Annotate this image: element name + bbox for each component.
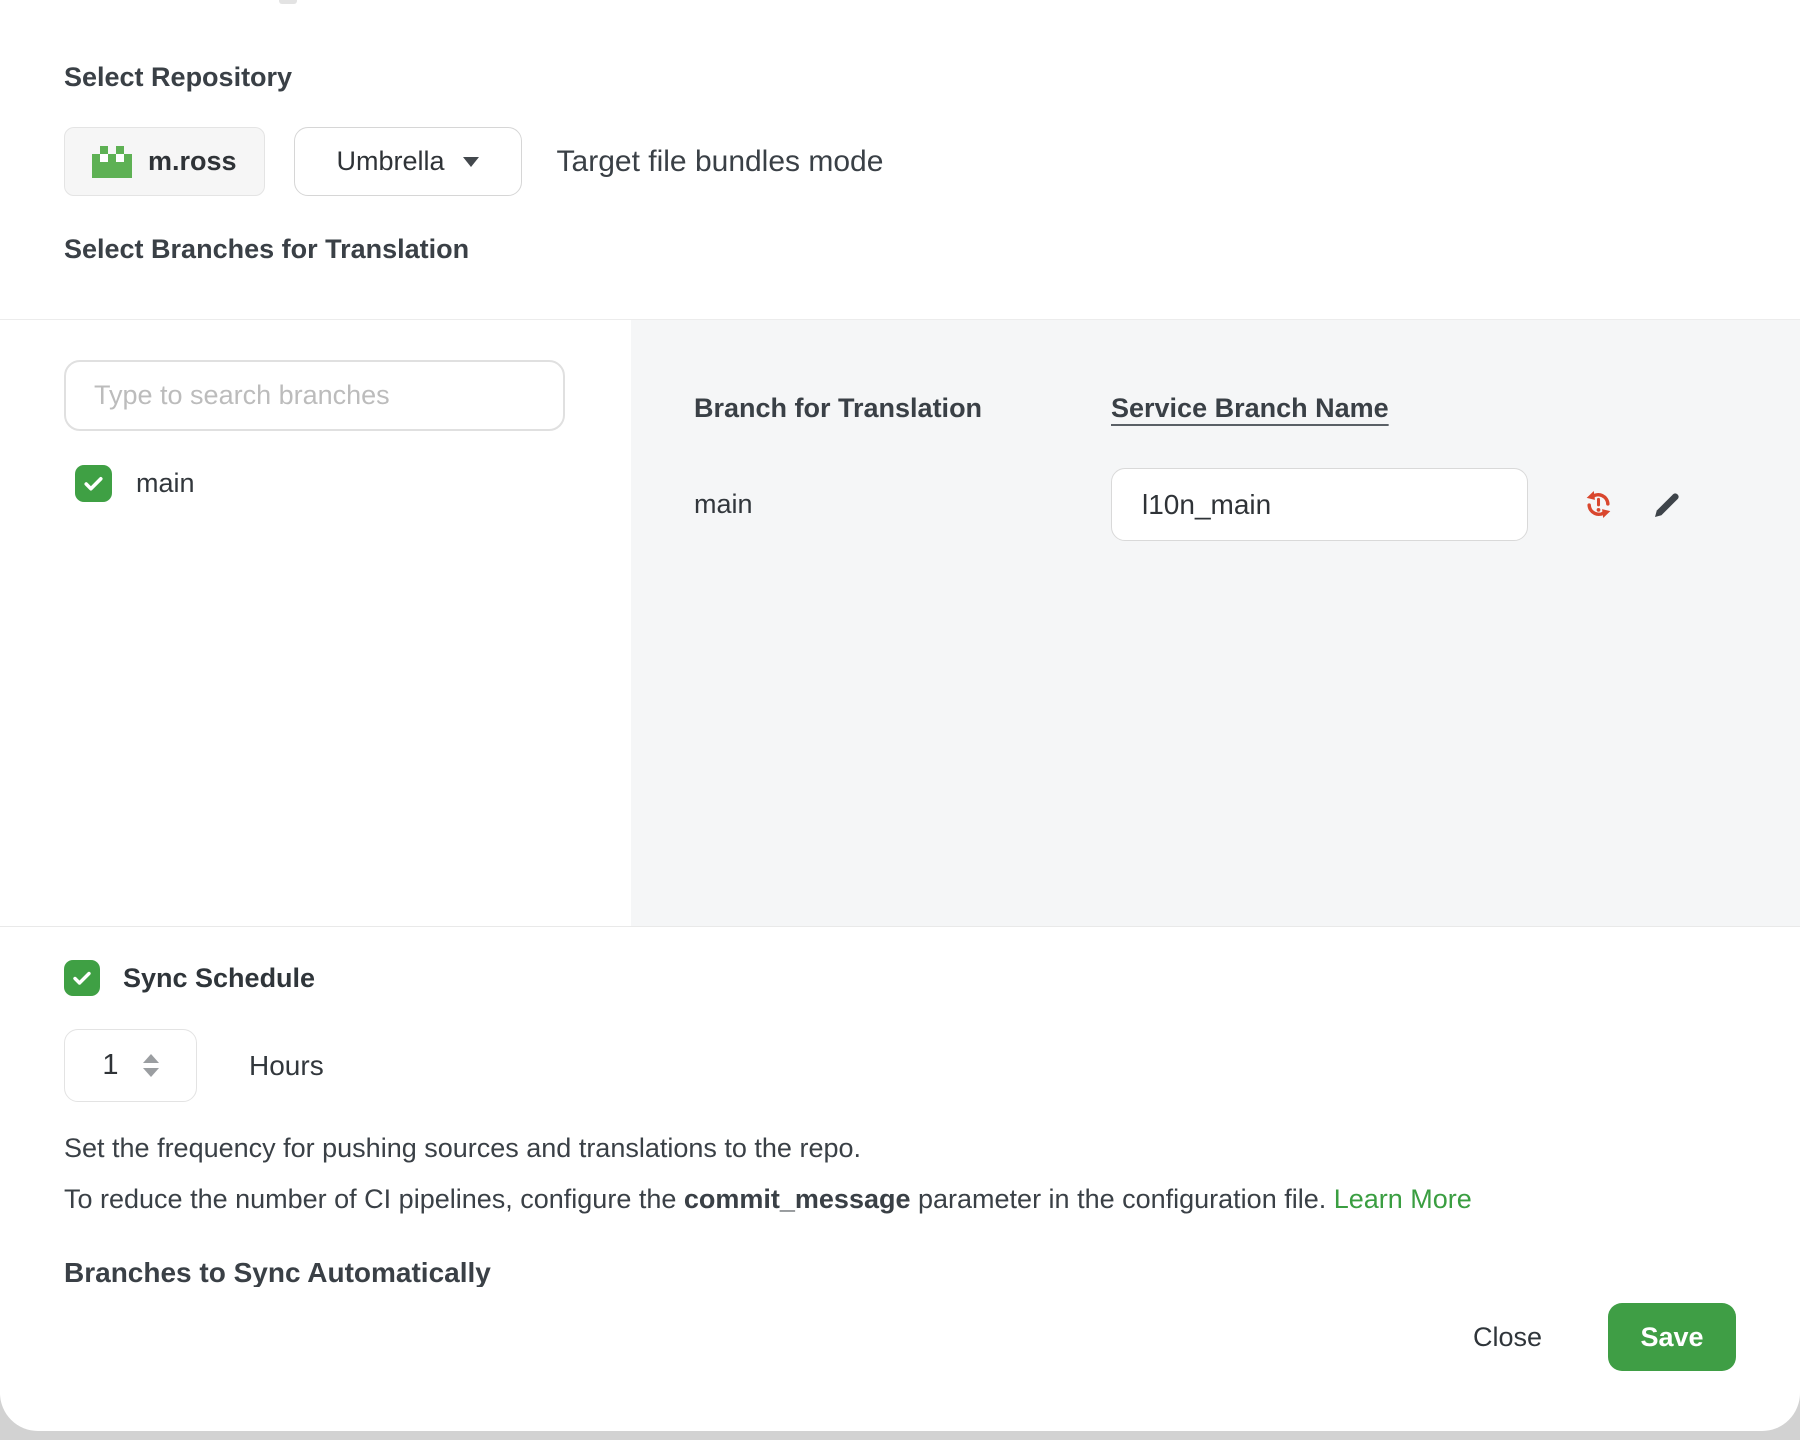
sync-interval-stepper[interactable]: 1	[64, 1029, 197, 1102]
integration-settings-modal: Select Repository m.ross Umbrella Target…	[0, 0, 1800, 1431]
ci-note-parameter: commit_message	[684, 1184, 911, 1214]
branch-list-panel: main	[0, 320, 631, 926]
save-button[interactable]: Save	[1608, 1303, 1736, 1371]
checkmark-icon	[70, 966, 94, 990]
checkmark-icon	[81, 471, 106, 496]
col-branch-for-translation: Branch for Translation	[694, 393, 1111, 424]
select-branches-title: Select Branches for Translation	[64, 234, 1800, 265]
branches-to-sync-title: Branches to Sync Automatically	[64, 1256, 1800, 1287]
branch-dropdown[interactable]: Umbrella	[294, 127, 522, 196]
repo-identicon-icon	[92, 146, 132, 178]
ci-note-prefix: To reduce the number of CI pipelines, co…	[64, 1184, 684, 1214]
branch-search-input[interactable]	[64, 360, 565, 431]
branch-dropdown-value: Umbrella	[337, 146, 445, 177]
repository-section: Select Repository m.ross Umbrella Target…	[0, 0, 1800, 319]
service-branch-row: main	[694, 468, 1800, 541]
edit-pencil-icon[interactable]	[1651, 489, 1683, 521]
repository-name: m.ross	[148, 146, 237, 177]
ci-note-suffix: parameter in the configuration file.	[911, 1184, 1334, 1214]
interval-value: 1	[102, 1049, 118, 1082]
repository-chip[interactable]: m.ross	[64, 127, 265, 196]
repository-row: m.ross Umbrella Target file bundles mode	[64, 127, 1800, 196]
row-icons	[1582, 488, 1683, 521]
clipped-element-artifact	[279, 0, 297, 4]
modal-footer: Close Save	[1473, 1303, 1736, 1371]
chevron-down-icon	[463, 157, 479, 167]
service-branch-panel: Branch for Translation Service Branch Na…	[631, 320, 1800, 926]
sync-alert-icon[interactable]	[1582, 488, 1615, 521]
row-branch-label: main	[694, 489, 1111, 520]
ci-note: To reduce the number of CI pipelines, co…	[64, 1184, 1800, 1215]
branch-checkbox-row[interactable]: main	[75, 465, 631, 502]
sync-description: Set the frequency for pushing sources an…	[64, 1133, 1800, 1164]
select-repository-title: Select Repository	[64, 62, 1800, 93]
sync-schedule-label: Sync Schedule	[123, 963, 315, 994]
learn-more-link[interactable]: Learn More	[1334, 1184, 1472, 1214]
col-service-branch-name[interactable]: Service Branch Name	[1111, 393, 1389, 424]
sync-schedule-row[interactable]: Sync Schedule	[64, 960, 1800, 996]
sync-schedule-section: Sync Schedule 1 Hours Set the frequency …	[0, 926, 1800, 1431]
branch-selection-section: main Branch for Translation Service Bran…	[0, 319, 1800, 926]
service-branch-name-input[interactable]	[1111, 468, 1528, 541]
service-branch-table-header: Branch for Translation Service Branch Na…	[694, 393, 1800, 424]
interval-unit-label: Hours	[249, 1050, 324, 1082]
branch-checkbox-checked[interactable]	[75, 465, 112, 502]
close-button[interactable]: Close	[1473, 1322, 1542, 1353]
auto-sync-title-clip: Branches to Sync Automatically	[64, 1256, 1800, 1287]
interval-row: 1 Hours	[64, 1029, 1800, 1102]
up-down-arrows-icon[interactable]	[143, 1054, 159, 1077]
sync-schedule-checkbox-checked[interactable]	[64, 960, 100, 996]
mode-text: Target file bundles mode	[557, 145, 884, 179]
branch-checkbox-label: main	[136, 468, 195, 499]
